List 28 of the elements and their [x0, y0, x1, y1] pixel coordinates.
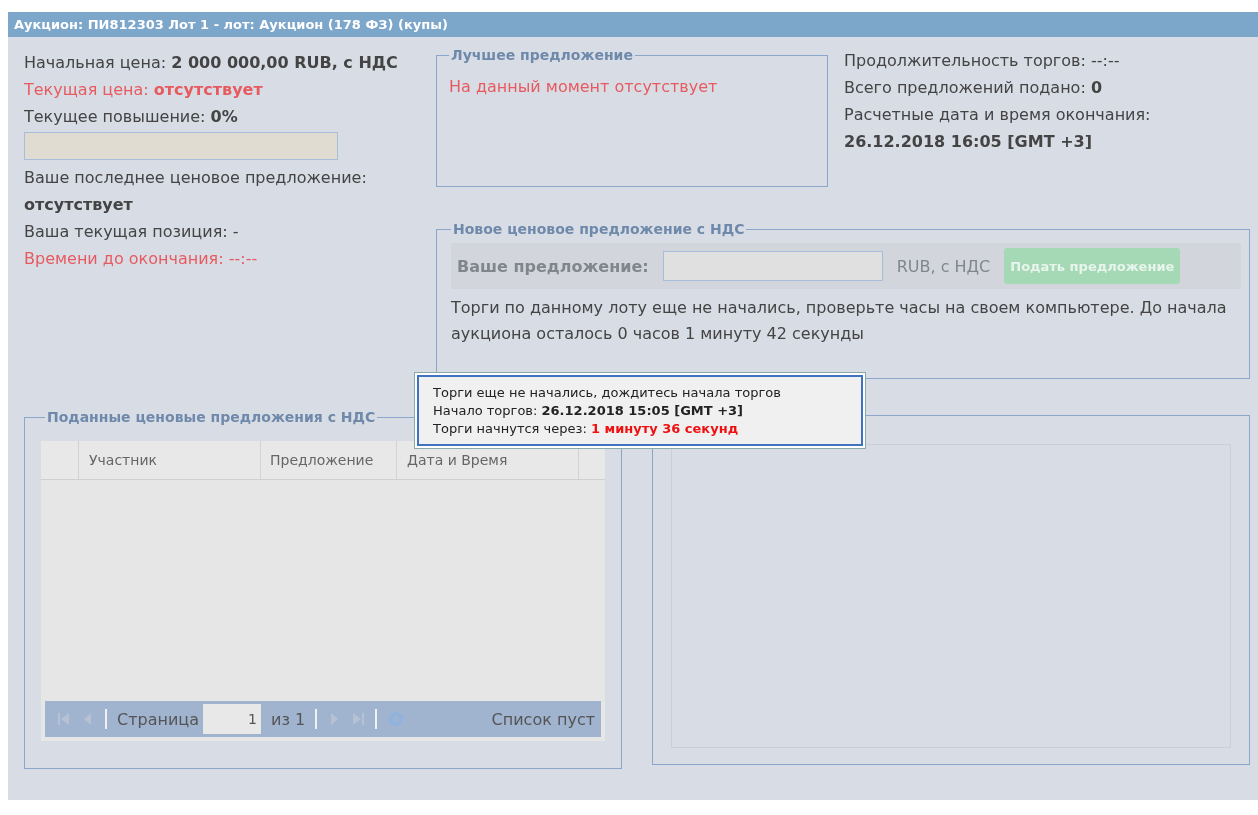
column-header[interactable]: Участник: [79, 441, 261, 479]
panel-title: Лучшее предложение: [450, 47, 634, 63]
stat-line: Продолжительность торгов: --:--: [844, 50, 1121, 72]
stat-line: Всего предложений подано: 0: [844, 77, 1104, 99]
summary-line: Начальная цена: 2 000 000,00 RUB, с НДС: [24, 52, 399, 74]
pager-status: Список пуст: [491, 709, 595, 729]
position-text: Ваша текущая позиция: -: [24, 221, 240, 243]
panel-title: Поданные ценовые предложения с НДС: [46, 409, 377, 425]
end-time-label: Расчетные дата и время окончания:: [844, 104, 1151, 126]
page-input[interactable]: 1: [203, 704, 261, 734]
time-left-text: Времени до окончания: --:--: [24, 248, 259, 270]
end-time-value: 26.12.2018 16:05 [GMT +3]: [844, 131, 1093, 153]
unit-label: RUB, с НДС: [896, 256, 991, 276]
summary-line: Текущая цена: отсутствует: [24, 79, 264, 101]
page-label: Страница: [117, 709, 199, 729]
column-header[interactable]: Предложение: [261, 441, 397, 479]
tooltip-text: Торги еще не начались, дождитесь начала торгов: [433, 384, 782, 402]
last-offer-label: Ваше последнее ценовое предложение:: [24, 167, 368, 189]
countdown-text: Торги начнутся через: 1 минуту 36 секунд: [433, 420, 740, 438]
best-offer-text: На данный момент отсутствует: [449, 77, 719, 97]
last-offer-value: отсутствует: [24, 194, 134, 216]
start-time-text: Начало торгов: 26.12.2018 15:05 [GMT +3]: [433, 402, 745, 420]
field-label: Ваше предложение:: [457, 256, 649, 276]
window-title: Аукцион: ПИ812303 Лот 1 - лот: Аукцион (178 ФЗ) (купы): [8, 12, 1258, 37]
page-count: из 1: [271, 709, 306, 729]
panel-title: Новое ценовое предложение с НДС: [452, 221, 746, 237]
notice-text: Торги по данному лоту еще не начались, проверьте часы на своем компьютере. До начала аукциона осталось 0 часов 1 минуту 42 секунды: [451, 297, 1228, 345]
summary-line: Текущее повышение: 0%: [24, 106, 239, 128]
